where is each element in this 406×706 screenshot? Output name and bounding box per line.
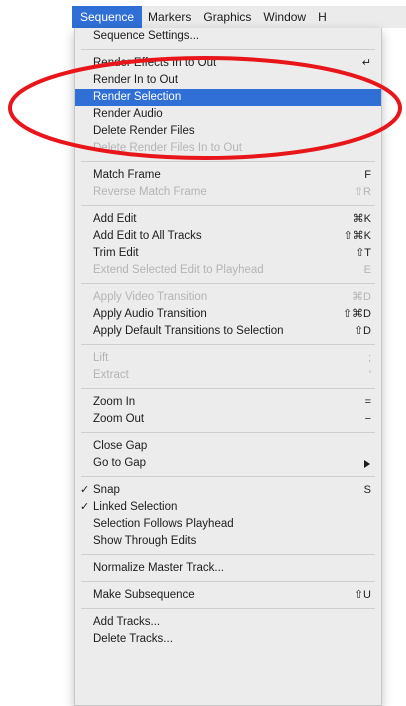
menu-item-label: Close Gap (93, 440, 148, 452)
menu-item-render-effects-in-to-out[interactable]: Render Effects In to Out ↵ (75, 55, 381, 72)
menu-item-shortcut: ⌘D (352, 291, 371, 303)
menu-item-label: Zoom Out (93, 413, 145, 425)
menu-separator (75, 157, 381, 167)
menu-item-label: Apply Default Transitions to Selection (93, 325, 284, 337)
menu-item-go-to-gap[interactable]: Go to Gap (75, 455, 381, 472)
menu-item-label: Lift (93, 352, 109, 364)
app-menu-bar: Sequence Markers Graphics Window H (72, 6, 406, 28)
menu-item-shortcut: ⇧⌘K (343, 230, 371, 242)
menu-item-label: Render Audio (93, 108, 163, 120)
menu-item-label: Zoom In (93, 396, 136, 408)
menu-item-label: Match Frame (93, 169, 161, 181)
checkmark-icon: ✓ (80, 484, 90, 496)
menu-item-close-gap[interactable]: Close Gap (75, 438, 381, 455)
menu-item-label: Delete Tracks... (93, 633, 173, 645)
menu-item-label: Show Through Edits (93, 535, 197, 547)
menu-item-match-frame[interactable]: Match Frame F (75, 167, 381, 184)
menu-item-label: Delete Render Files In to Out (93, 142, 242, 154)
menu-item-label: Apply Audio Transition (93, 308, 207, 320)
menu-separator (75, 550, 381, 560)
menu-item-delete-tracks[interactable]: Delete Tracks... (75, 631, 381, 648)
menu-item-label: Normalize Master Track... (93, 562, 224, 574)
menubar-markers[interactable]: Markers (142, 6, 197, 28)
menu-item-label: Trim Edit (93, 247, 139, 259)
menu-item-shortcut: ⇧D (353, 325, 371, 337)
menu-item-label: Go to Gap (93, 457, 147, 469)
menu-item-trim-edit[interactable]: Trim Edit ⇧T (75, 245, 381, 262)
menu-item-shortcut: ⇧U (353, 589, 371, 601)
menu-item-label: Reverse Match Frame (93, 186, 207, 198)
menu-item-label: Linked Selection (93, 501, 178, 513)
return-key-icon: ↵ (361, 57, 371, 69)
menu-separator (75, 279, 381, 289)
menu-item-shortcut: = (364, 396, 371, 408)
menu-item-label: Add Edit to All Tracks (93, 230, 202, 242)
menu-item-render-in-to-out[interactable]: Render In to Out (75, 72, 381, 89)
sequence-dropdown-menu: Sequence Settings... Render Effects In t… (74, 28, 382, 706)
menubar-graphics[interactable]: Graphics (197, 6, 257, 28)
menu-item-shortcut: S (363, 484, 371, 496)
menu-item-delete-render-files-in-to-out: Delete Render Files In to Out (75, 140, 381, 157)
menu-item-label: Delete Render Files (93, 125, 195, 137)
menu-item-add-tracks[interactable]: Add Tracks... (75, 614, 381, 631)
menu-item-extend-selected-edit: Extend Selected Edit to Playhead E (75, 262, 381, 279)
menu-item-shortcut: − (364, 413, 371, 425)
menu-item-shortcut: ; (367, 352, 371, 364)
menu-separator (75, 384, 381, 394)
menu-item-reverse-match-frame: Reverse Match Frame ⇧R (75, 184, 381, 201)
menu-item-zoom-in[interactable]: Zoom In = (75, 394, 381, 411)
menu-item-normalize-master-track[interactable]: Normalize Master Track... (75, 560, 381, 577)
menu-item-extract: Extract ' (75, 367, 381, 384)
menu-item-sequence-settings[interactable]: Sequence Settings... (75, 28, 381, 45)
menu-item-make-subsequence[interactable]: Make Subsequence ⇧U (75, 587, 381, 604)
checkmark-icon: ✓ (80, 501, 90, 513)
menu-item-render-audio[interactable]: Render Audio (75, 106, 381, 123)
menu-item-shortcut: ⇧R (353, 186, 371, 198)
menu-item-label: Extract (93, 369, 129, 381)
menu-item-selection-follows-playhead[interactable]: Selection Follows Playhead (75, 516, 381, 533)
menu-item-render-selection[interactable]: Render Selection (75, 89, 381, 106)
menu-item-linked-selection[interactable]: ✓ Linked Selection (75, 499, 381, 516)
menu-item-label: Render In to Out (93, 74, 179, 86)
menu-item-shortcut: ⇧T (355, 247, 371, 259)
menu-item-apply-video-transition: Apply Video Transition ⌘D (75, 289, 381, 306)
menu-item-shortcut: ⌘K (352, 213, 371, 225)
menu-separator (75, 45, 381, 55)
menu-item-label: Sequence Settings... (93, 30, 200, 42)
menu-item-label: Apply Video Transition (93, 291, 208, 303)
menu-item-shortcut: ' (368, 369, 371, 381)
menu-item-shortcut: F (364, 169, 371, 181)
menu-item-delete-render-files[interactable]: Delete Render Files (75, 123, 381, 140)
menu-item-snap[interactable]: ✓ Snap S (75, 482, 381, 499)
menu-item-lift: Lift ; (75, 350, 381, 367)
menu-item-label: Render Selection (93, 91, 182, 103)
menu-item-apply-audio-transition[interactable]: Apply Audio Transition ⇧⌘D (75, 306, 381, 323)
menu-item-label: Make Subsequence (93, 589, 195, 601)
menu-separator (75, 201, 381, 211)
screenshot-stage: Sequence Markers Graphics Window H Seque… (0, 0, 406, 706)
menu-item-shortcut: ⇧⌘D (342, 308, 371, 320)
menu-item-label: Snap (93, 484, 120, 496)
menu-separator (75, 472, 381, 482)
submenu-arrow-icon (364, 460, 370, 468)
menubar-sequence[interactable]: Sequence (72, 6, 143, 28)
menu-separator (75, 604, 381, 614)
menu-item-add-edit-all-tracks[interactable]: Add Edit to All Tracks ⇧⌘K (75, 228, 381, 245)
menubar-window[interactable]: Window (257, 6, 312, 28)
menu-item-show-through-edits[interactable]: Show Through Edits (75, 533, 381, 550)
menu-separator (75, 577, 381, 587)
menu-item-label: Render Effects In to Out (93, 57, 217, 69)
menu-item-label: Selection Follows Playhead (93, 518, 234, 530)
menu-item-label: Add Tracks... (93, 616, 161, 628)
menu-item-label: Extend Selected Edit to Playhead (93, 264, 264, 276)
menu-item-apply-default-transitions[interactable]: Apply Default Transitions to Selection ⇧… (75, 323, 381, 340)
menu-item-add-edit[interactable]: Add Edit ⌘K (75, 211, 381, 228)
menu-separator (75, 340, 381, 350)
menu-item-label: Add Edit (93, 213, 137, 225)
menu-item-zoom-out[interactable]: Zoom Out − (75, 411, 381, 428)
menu-separator (75, 428, 381, 438)
menu-item-shortcut: E (363, 264, 371, 276)
menubar-help[interactable]: H (312, 6, 333, 28)
